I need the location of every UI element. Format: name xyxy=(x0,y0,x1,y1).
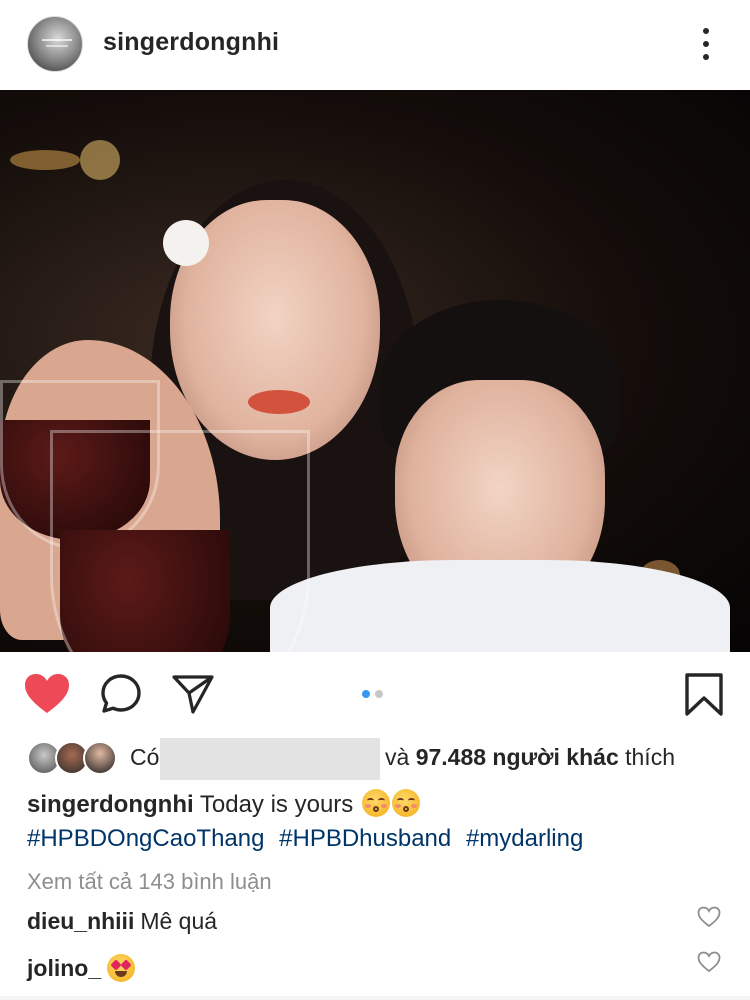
heart-eyes-emoji-icon xyxy=(107,954,136,982)
liker-avatar[interactable] xyxy=(83,741,117,775)
comment-like-heart-icon[interactable] xyxy=(697,906,721,928)
likes-count[interactable]: 97.488 người khác xyxy=(416,744,619,770)
hashtag-link[interactable]: #mydarling xyxy=(466,825,583,852)
carousel-indicator xyxy=(362,690,392,700)
avatar-decoration xyxy=(42,39,72,41)
profile-avatar[interactable] xyxy=(27,16,83,72)
likes-suffix: thích xyxy=(625,744,675,770)
comment-like-heart-icon[interactable] xyxy=(697,951,721,973)
wine-glass-rim-right xyxy=(50,430,310,652)
more-vertical-icon[interactable] xyxy=(696,24,716,64)
post-photo[interactable] xyxy=(0,90,750,652)
bookmark-icon[interactable] xyxy=(684,673,724,717)
kissing-closed-eyes-emoji-icon xyxy=(361,789,390,817)
comment-icon[interactable] xyxy=(100,673,142,715)
woman-lips xyxy=(248,390,310,414)
bokeh-light xyxy=(80,140,120,180)
comment-username[interactable]: jolino_ xyxy=(27,955,101,981)
kissing-closed-eyes-emoji-icon xyxy=(391,789,420,817)
caption-hashtags: #HPBDOngCaoThang #HPBDhusband #mydarling xyxy=(27,825,591,853)
post-header: singerdongnhi xyxy=(0,0,750,88)
post-username[interactable]: singerdongnhi xyxy=(103,28,279,57)
flower-hair-accessory xyxy=(163,220,209,266)
hashtag-link[interactable]: #HPBDhusband xyxy=(279,825,451,852)
comment-username[interactable]: dieu_nhiii xyxy=(27,908,134,934)
hashtag-link[interactable]: #HPBDOngCaoThang xyxy=(27,825,264,852)
caption-username[interactable]: singerdongnhi xyxy=(27,791,194,818)
carousel-dot-active xyxy=(362,690,370,698)
comment-item: jolino_ xyxy=(27,954,136,982)
avatar-decoration xyxy=(46,45,68,47)
bottom-divider xyxy=(0,996,750,1000)
view-all-comments-link[interactable]: Xem tất cả 143 bình luận xyxy=(27,869,272,895)
post-caption: singerdongnhi Today is yours xyxy=(27,789,420,819)
likes-prefix: Có xyxy=(130,744,160,770)
heart-icon[interactable] xyxy=(24,673,70,715)
likes-count-text[interactable]: và 97.488 người khác thích xyxy=(385,744,675,771)
likes-and: và xyxy=(385,744,410,770)
comment-text: Mê quá xyxy=(140,908,218,934)
redacted-username xyxy=(160,738,380,780)
comment-item: dieu_nhiii Mê quá xyxy=(27,908,217,935)
caption-text: Today is yours xyxy=(199,791,354,818)
man-shirt xyxy=(270,560,730,652)
bokeh-light xyxy=(10,150,80,170)
carousel-dot xyxy=(375,690,383,698)
share-send-icon[interactable] xyxy=(172,674,214,714)
